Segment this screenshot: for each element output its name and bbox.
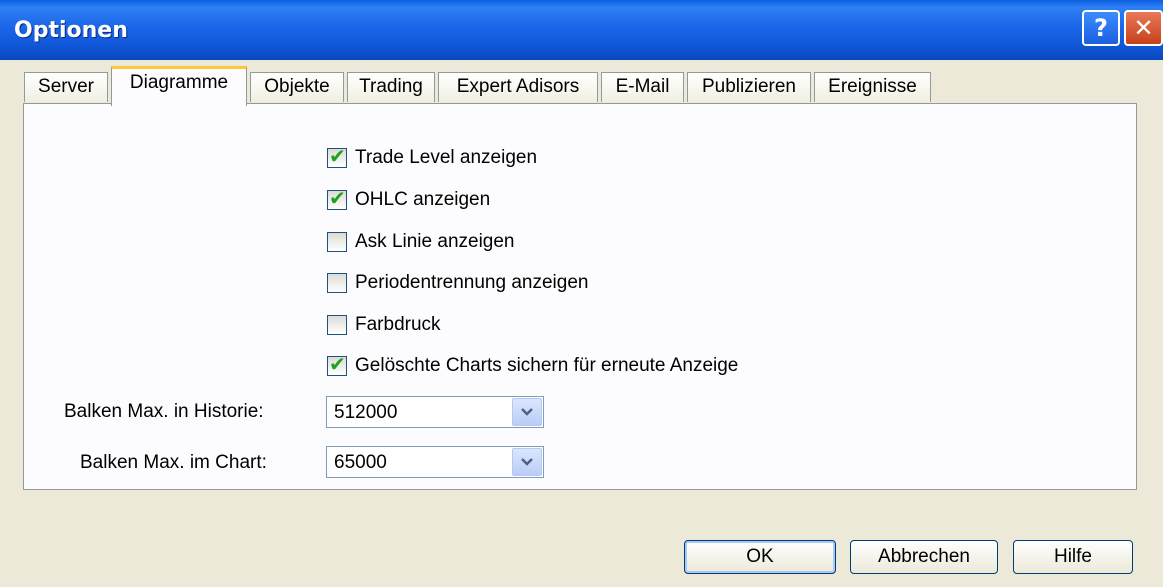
tab-trading[interactable]: Trading: [347, 72, 435, 102]
checkbox-label: Ask Linie anzeigen: [355, 231, 515, 252]
tab-diagramme[interactable]: Diagramme: [111, 66, 247, 106]
chevron-down-icon: [521, 458, 533, 466]
history-bars-select[interactable]: 512000: [326, 396, 544, 428]
tab-expert-advisors[interactable]: Expert Adisors: [438, 72, 598, 102]
checkbox-label: Periodentrennung anzeigen: [355, 272, 589, 293]
checkbox-box[interactable]: [327, 315, 347, 335]
close-icon: ✕: [1133, 14, 1154, 42]
tab-objekte[interactable]: Objekte: [250, 72, 344, 102]
checkbox-box[interactable]: [327, 273, 347, 293]
checkmark-icon: ✔: [329, 352, 346, 376]
tab-email[interactable]: E-Mail: [601, 72, 684, 102]
help-button[interactable]: Hilfe: [1013, 540, 1133, 574]
tab-panel-diagramme: ✔ Trade Level anzeigen ✔ OHLC anzeigen A…: [23, 103, 1137, 490]
checkbox-box[interactable]: ✔: [327, 144, 347, 168]
tab-publizieren[interactable]: Publizieren: [687, 72, 811, 102]
history-bars-value: 512000: [334, 402, 398, 423]
checkbox-box[interactable]: [327, 232, 347, 252]
tab-ereignisse[interactable]: Ereignisse: [814, 72, 931, 102]
ok-button[interactable]: OK: [684, 540, 836, 574]
checkbox-label: Farbdruck: [355, 314, 441, 335]
checkbox-label: OHLC anzeigen: [355, 189, 491, 210]
cancel-button[interactable]: Abbrechen: [850, 540, 998, 574]
tab-server[interactable]: Server: [24, 72, 108, 102]
options-dialog: Optionen ? ✕ Server Diagramme Objekte Tr…: [0, 0, 1163, 587]
window-title: Optionen: [14, 18, 128, 43]
chart-bars-value: 65000: [334, 452, 387, 473]
checkmark-icon: ✔: [329, 144, 346, 168]
chart-bars-label: Balken Max. im Chart:: [80, 452, 267, 473]
chevron-down-icon: [521, 408, 533, 416]
checkbox-label: Trade Level anzeigen: [355, 147, 538, 168]
title-bar[interactable]: Optionen ? ✕: [0, 0, 1163, 60]
chart-bars-select[interactable]: 65000: [326, 446, 544, 478]
close-button[interactable]: ✕: [1124, 10, 1163, 46]
checkbox-box[interactable]: ✔: [327, 186, 347, 210]
dropdown-button[interactable]: [512, 448, 542, 476]
checkmark-icon: ✔: [329, 186, 346, 210]
history-bars-label: Balken Max. in Historie:: [64, 401, 264, 422]
dropdown-button[interactable]: [512, 398, 542, 426]
checkbox-box[interactable]: ✔: [327, 352, 347, 376]
question-icon: ?: [1094, 14, 1108, 42]
help-title-button[interactable]: ?: [1082, 10, 1120, 46]
checkbox-label: Gelöschte Charts sichern für erneute Anz…: [355, 355, 739, 376]
